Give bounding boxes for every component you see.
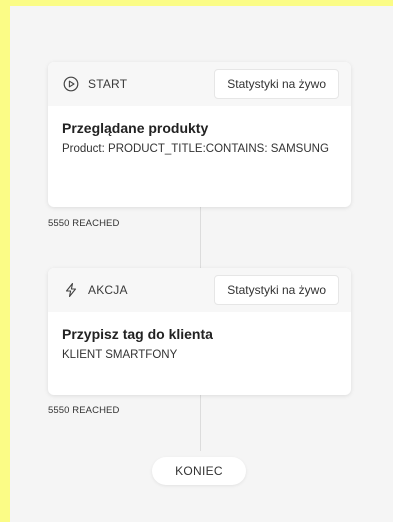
play-circle-icon (62, 75, 80, 93)
start-card-detail: Product: PRODUCT_TITLE:CONTAINS: SAMSUNG (62, 143, 329, 155)
start-card-title: Przeglądane produkty (62, 120, 209, 136)
action-live-stats-button[interactable]: Statystyki na żywo (214, 275, 339, 305)
action-card-header: AKCJA Statystyki na żywo (48, 268, 351, 312)
action-card[interactable]: AKCJA Statystyki na żywo Przypisz tag do… (48, 268, 351, 395)
start-card[interactable]: START Statystyki na żywo Przeglądane pro… (48, 62, 351, 207)
lightning-icon (62, 281, 80, 299)
flow-canvas: START Statystyki na żywo Przeglądane pro… (10, 6, 393, 522)
action-card-detail: KLIENT SMARTFONY (62, 349, 178, 361)
start-card-body: Przeglądane produkty Product: PRODUCT_TI… (48, 106, 351, 157)
start-reached-count: 5550 REACHED (48, 218, 120, 229)
end-node[interactable]: KONIEC (152, 457, 246, 485)
action-card-title: Przypisz tag do klienta (62, 326, 213, 342)
connector-line-start-action (200, 202, 201, 268)
start-card-label: START (88, 77, 128, 91)
action-card-label: AKCJA (88, 283, 128, 297)
action-card-body: Przypisz tag do klienta KLIENT SMARTFONY (48, 312, 351, 363)
connector-line-action-end (200, 395, 201, 451)
start-card-header: START Statystyki na żywo (48, 62, 351, 106)
start-live-stats-button[interactable]: Statystyki na żywo (214, 69, 339, 99)
page-frame: START Statystyki na żywo Przeglądane pro… (0, 0, 393, 522)
action-reached-count: 5550 REACHED (48, 405, 120, 416)
